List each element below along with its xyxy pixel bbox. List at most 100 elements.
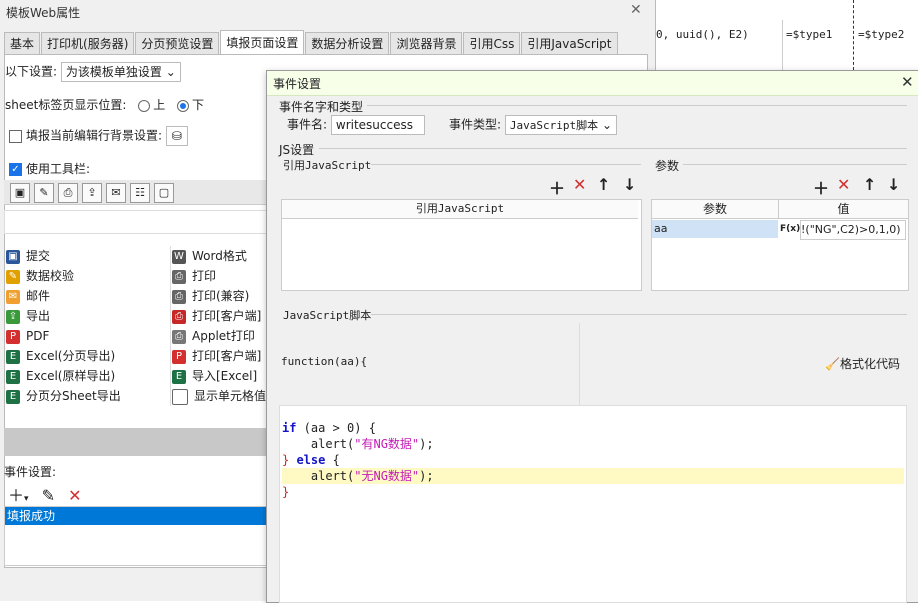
edit-icon[interactable]: ✎ [42, 486, 55, 505]
tab-bar: 基本 打印机(服务器) 分页预览设置 填报页面设置 数据分析设置 浏览器背景 引… [4, 30, 619, 55]
list-item[interactable]: ✎ 数据校验 [6, 266, 74, 286]
ref-js-header: 引用JavaScript [282, 200, 638, 219]
tree-icon[interactable]: ☷ [130, 183, 150, 203]
list-item[interactable]: E Excel(原样导出) [6, 366, 115, 386]
add-icon[interactable]: ＋ [8, 486, 24, 505]
list-item[interactable]: E 导入[Excel] [172, 366, 266, 386]
use-toolbar-checkbox[interactable]: ✓ [9, 163, 22, 176]
tab-browser-bg[interactable]: 浏览器背景 [390, 32, 463, 55]
word-icon: W [172, 249, 186, 264]
sheet-position-label: sheet标签页显示位置: [5, 98, 127, 112]
toolbar-blank-area [4, 210, 268, 234]
list-item[interactable]: ⎙ 打印 [172, 266, 266, 286]
window-icon[interactable]: ▢ [154, 183, 174, 203]
list-item[interactable]: ⎙ 打印[客户端] [172, 306, 266, 326]
sheet-cell[interactable]: =$type1 [786, 24, 832, 46]
print-icon[interactable]: ⎙ [58, 183, 78, 203]
mail-icon[interactable]: ✉ [106, 183, 126, 203]
tab-fill-page[interactable]: 填报页面设置 [220, 30, 305, 55]
tab-data-analysis[interactable]: 数据分析设置 [305, 32, 390, 55]
event-type-select[interactable]: JavaScript脚本 ⌄ [504, 115, 617, 135]
broom-icon: 🧹 [825, 357, 840, 371]
arrow-down-icon[interactable]: ↓ [887, 175, 900, 194]
arrow-up-icon[interactable]: ↑ [597, 175, 610, 194]
list-item[interactable]: 显示单元格值 [172, 386, 266, 406]
settings-row: 以下设置: 为该模板单独设置 ⌄ [5, 62, 181, 82]
list-item[interactable]: ⎙ Applet打印 [172, 326, 266, 346]
use-toolbar-row: ✓ 使用工具栏: [9, 160, 90, 177]
export-icon: ⇪ [6, 309, 20, 324]
list-item[interactable]: ▣ 提交 [6, 246, 50, 266]
event-settings-label: 事件设置: [4, 465, 57, 479]
row-bg-row: 填报当前编辑行背景设置: ⛁ [9, 126, 188, 146]
list-item[interactable]: E 分页分Sheet导出 [6, 386, 121, 406]
name-type-group-label: 事件名字和类型 [279, 100, 364, 114]
arrow-down-icon[interactable]: ↓ [623, 175, 636, 194]
event-toolbar: ＋▾ ✎ ✕ [8, 482, 82, 506]
params-header-value: 值 [779, 200, 908, 219]
cell-icon [172, 388, 188, 405]
tab-javascript[interactable]: 引用JavaScript [521, 32, 618, 55]
event-settings-dialog: 事件设置 ✕ 事件名字和类型 事件名: writesuccess 事件类型: J… [266, 70, 918, 603]
tab-basic[interactable]: 基本 [4, 32, 41, 55]
list-item[interactable]: P 打印[客户端] [172, 346, 266, 366]
fx-icon[interactable]: F(x) [780, 220, 800, 238]
function-signature: function(aa){ [281, 355, 368, 368]
sheet-cell[interactable]: 0, uuid(), E2) [656, 24, 749, 46]
delete-icon[interactable]: ✕ [837, 175, 850, 194]
add-icon[interactable]: ＋ [813, 175, 829, 199]
save-icon[interactable]: ▣ [10, 183, 30, 203]
pencil-icon[interactable]: ✎ [34, 183, 54, 203]
radio-up-label: 上 [153, 98, 166, 112]
sheet-position-row: sheet标签页显示位置: 上 下 [5, 96, 204, 113]
tab-printer[interactable]: 打印机(服务器) [41, 32, 135, 55]
radio-up[interactable] [138, 99, 151, 112]
add-icon[interactable]: ＋ [549, 175, 565, 199]
close-icon[interactable]: ✕ [630, 2, 642, 18]
list-item[interactable]: ⎙ 打印(兼容) [172, 286, 266, 306]
function-signature-area: function(aa){ [279, 323, 580, 405]
tab-css[interactable]: 引用Css [463, 32, 521, 55]
row-bg-checkbox[interactable] [9, 129, 22, 143]
list-item[interactable]: E Excel(分页导出) [6, 346, 115, 366]
code-editor[interactable]: if (aa > 0) { alert("有NG数据"); } else { a… [279, 405, 907, 603]
chevron-down-icon: ⌄ [165, 65, 176, 79]
list-item[interactable]: ✉ 邮件 [6, 286, 50, 306]
excel-icon: E [6, 389, 20, 404]
close-icon[interactable]: ✕ [901, 73, 914, 91]
list-item[interactable]: P PDF [6, 326, 49, 346]
paint-bucket-icon[interactable]: ⛁ [165, 126, 188, 146]
radio-down[interactable] [177, 99, 190, 112]
event-type-label: 事件类型: [449, 117, 502, 132]
print-icon: ⎙ [172, 269, 186, 284]
ref-js-label: 引用JavaScript [283, 159, 372, 172]
export-icon[interactable]: ⇪ [82, 183, 102, 203]
list-item[interactable]: W Word格式 [172, 246, 266, 266]
excel-icon: E [6, 369, 20, 384]
event-name-input[interactable]: writesuccess [330, 115, 425, 135]
code-line-current: alert("无NG数据"); [282, 468, 904, 484]
settings-label: 以下设置: [5, 64, 58, 79]
event-list: 填报成功 [4, 506, 268, 566]
param-name-cell[interactable]: aa [652, 220, 778, 238]
delete-icon[interactable]: ✕ [573, 175, 586, 194]
settings-select[interactable]: 为该模板单独设置 ⌄ [60, 62, 181, 82]
script-label: JavaScript脚本 [283, 309, 372, 322]
format-code-button[interactable]: 🧹格式化代码 [825, 355, 900, 372]
list-item[interactable]: ⇪ 导出 [6, 306, 50, 326]
param-value-cell[interactable]: !("NG",C2)>0,1,0) [800, 220, 906, 240]
tab-page-preview[interactable]: 分页预览设置 [135, 32, 220, 55]
chevron-down-icon[interactable]: ▾ [24, 494, 29, 504]
sheet-cell[interactable]: =$type2 [858, 24, 904, 46]
event-type-row: 事件类型: JavaScript脚本 ⌄ [449, 115, 617, 135]
params-table: 参数 值 aa F(x) !("NG",C2)>0,1,0) [651, 199, 909, 291]
event-name-row: 事件名: writesuccess [287, 115, 425, 135]
event-name-label: 事件名: [287, 117, 328, 132]
delete-icon[interactable]: ✕ [68, 486, 81, 505]
window-title: 模板Web属性 [6, 6, 81, 20]
list-item[interactable]: 填报成功 [5, 507, 267, 525]
applet-print-icon: ⎙ [172, 329, 186, 344]
use-toolbar-label: 使用工具栏: [26, 162, 91, 176]
radio-down-label: 下 [192, 98, 205, 112]
arrow-up-icon[interactable]: ↑ [863, 175, 876, 194]
